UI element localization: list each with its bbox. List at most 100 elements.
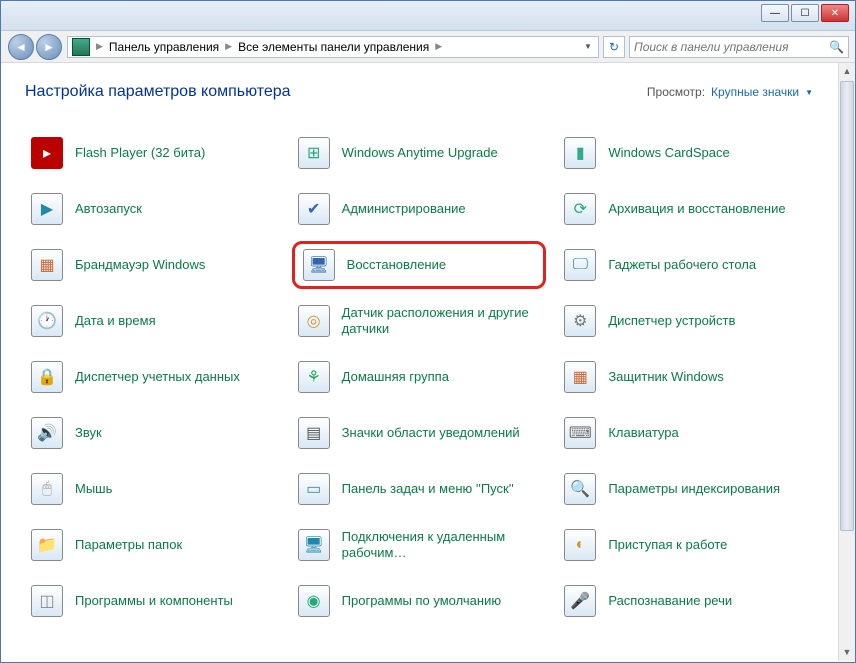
- rdp-icon: 🖥: [296, 527, 332, 563]
- control-panel-item[interactable]: 🖥Восстановление: [292, 241, 547, 289]
- item-label: Панель задач и меню ''Пуск'': [342, 481, 514, 497]
- control-panel-item[interactable]: ⚙Диспетчер устройств: [558, 297, 813, 345]
- item-label: Flash Player (32 бита): [75, 145, 205, 161]
- chevron-right-icon[interactable]: ▶: [431, 41, 446, 52]
- breadcrumb[interactable]: ▶ Панель управления ▶ Все элементы панел…: [67, 36, 599, 58]
- breadcrumb-item[interactable]: Все элементы панели управления: [236, 40, 431, 54]
- item-label: Администрирование: [342, 201, 466, 217]
- item-label: Windows Anytime Upgrade: [342, 145, 498, 161]
- search-icon[interactable]: 🔍: [829, 40, 844, 54]
- flash-icon: ▸: [29, 135, 65, 171]
- control-panel-item[interactable]: 🔒 Диспетчер учетных данных: [25, 353, 280, 401]
- item-label: Звук: [75, 425, 102, 441]
- mouse-icon: 🖱: [29, 471, 65, 507]
- control-panel-item[interactable]: ▦ Защитник Windows: [558, 353, 813, 401]
- chevron-right-icon[interactable]: ▶: [221, 41, 236, 52]
- folders-icon: 📁: [29, 527, 65, 563]
- refresh-button[interactable]: ↻: [603, 36, 625, 58]
- item-label: Автозапуск: [75, 201, 142, 217]
- control-panel-item[interactable]: 🖥 Подключения к удаленным рабочим…: [292, 521, 547, 569]
- devmgr-icon: ⚙: [562, 303, 598, 339]
- item-label: Гаджеты рабочего стола: [608, 257, 756, 273]
- breadcrumb-dropdown-icon[interactable]: ▼: [580, 42, 596, 51]
- page-title: Настройка параметров компьютера: [25, 83, 291, 101]
- control-panel-item[interactable]: ◉ Программы по умолчанию: [292, 577, 547, 625]
- control-panel-item[interactable]: 🎤 Распознавание речи: [558, 577, 813, 625]
- maximize-button[interactable]: ☐: [791, 4, 819, 22]
- items-grid: ▸ Flash Player (32 бита) ⊞ Windows Anytime …: [25, 129, 813, 625]
- item-label: Диспетчер учетных данных: [75, 369, 240, 385]
- vertical-scrollbar[interactable]: ▲ ▼: [838, 63, 855, 661]
- cardspace-icon: ▮: [562, 135, 598, 171]
- upgrade-icon: ⊞: [296, 135, 332, 171]
- control-panel-item[interactable]: ⊞ Windows Anytime Upgrade: [292, 129, 547, 177]
- indexing-icon: 🔍: [562, 471, 598, 507]
- gadgets-icon: 🖵: [562, 247, 598, 283]
- control-panel-item[interactable]: ◫Программы и компоненты: [25, 577, 280, 625]
- breadcrumb-item[interactable]: Панель управления: [107, 40, 221, 54]
- forward-button[interactable]: ►: [36, 34, 62, 60]
- control-panel-item[interactable]: ◎ Датчик расположения и другие датчики: [292, 297, 547, 345]
- control-panel-item[interactable]: ▮ Windows CardSpace: [558, 129, 813, 177]
- taskbar-icon: ▭: [296, 471, 332, 507]
- navigation-bar: ◄ ► ▶ Панель управления ▶ Все элементы п…: [1, 31, 855, 63]
- view-by-label: Просмотр:: [647, 85, 705, 99]
- item-label: Программы по умолчанию: [342, 593, 501, 609]
- tray-icon: ▤: [296, 415, 332, 451]
- control-panel-window: — ☐ ✕ ◄ ► ▶ Панель управления ▶ Все элем…: [0, 0, 856, 663]
- control-panel-item[interactable]: ▦Брандмауэр Windows: [25, 241, 280, 289]
- item-label: Параметры папок: [75, 537, 182, 553]
- control-panel-item[interactable]: ▭ Панель задач и меню ''Пуск'': [292, 465, 547, 513]
- defaults-icon: ◉: [296, 583, 332, 619]
- credentials-icon: 🔒: [29, 359, 65, 395]
- control-panel-item[interactable]: ▶Автозапуск: [25, 185, 280, 233]
- scroll-thumb[interactable]: [840, 81, 854, 531]
- item-label: Мышь: [75, 481, 112, 497]
- item-label: Подключения к удаленным рабочим…: [342, 529, 543, 562]
- control-panel-item[interactable]: ✔ Администрирование: [292, 185, 547, 233]
- datetime-icon: 🕐: [29, 303, 65, 339]
- control-panel-item[interactable]: 🔊 Звук: [25, 409, 280, 457]
- content-area: Настройка параметров компьютера Просмотр…: [1, 63, 855, 661]
- item-label: Распознавание речи: [608, 593, 732, 609]
- control-panel-item[interactable]: 📁 Параметры папок: [25, 521, 280, 569]
- defender-icon: ▦: [562, 359, 598, 395]
- control-panel-item[interactable]: 🖵 Гаджеты рабочего стола: [558, 241, 813, 289]
- control-panel-item[interactable]: 🖱 Мышь: [25, 465, 280, 513]
- firewall-icon: ▦: [29, 247, 65, 283]
- item-label: Параметры индексирования: [608, 481, 780, 497]
- minimize-button[interactable]: —: [761, 4, 789, 22]
- sensor-icon: ◎: [296, 303, 332, 339]
- chevron-down-icon[interactable]: ▼: [805, 88, 813, 97]
- item-label: Приступая к работе: [608, 537, 727, 553]
- control-panel-item[interactable]: 🔍 Параметры индексирования: [558, 465, 813, 513]
- search-box[interactable]: 🔍: [629, 36, 849, 58]
- control-panel-item[interactable]: ▤Значки области уведомлений: [292, 409, 547, 457]
- view-by-value[interactable]: Крупные значки: [711, 85, 799, 99]
- control-panel-item[interactable]: ◐ Приступая к работе: [558, 521, 813, 569]
- speech-icon: 🎤: [562, 583, 598, 619]
- chevron-right-icon[interactable]: ▶: [92, 41, 107, 52]
- scroll-up-icon[interactable]: ▲: [839, 63, 855, 80]
- control-panel-item[interactable]: ⌨Клавиатура: [558, 409, 813, 457]
- item-label: Windows CardSpace: [608, 145, 729, 161]
- control-panel-item[interactable]: ⚘Домашняя группа: [292, 353, 547, 401]
- search-input[interactable]: [634, 40, 829, 54]
- control-panel-item[interactable]: 🕐Дата и время: [25, 297, 280, 345]
- view-by-selector[interactable]: Просмотр: Крупные значки ▼: [647, 85, 813, 99]
- admin-icon: ✔: [296, 191, 332, 227]
- item-label: Домашняя группа: [342, 369, 449, 385]
- scroll-down-icon[interactable]: ▼: [839, 644, 855, 661]
- getstarted-icon: ◐: [562, 527, 598, 563]
- item-label: Защитник Windows: [608, 369, 723, 385]
- backup-icon: ⟳: [562, 191, 598, 227]
- back-button[interactable]: ◄: [8, 34, 34, 60]
- sound-icon: 🔊: [29, 415, 65, 451]
- item-label: Клавиатура: [608, 425, 678, 441]
- control-panel-item[interactable]: ⟳ Архивация и восстановление: [558, 185, 813, 233]
- item-label: Архивация и восстановление: [608, 201, 785, 217]
- control-panel-item[interactable]: ▸ Flash Player (32 бита): [25, 129, 280, 177]
- close-button[interactable]: ✕: [821, 4, 849, 22]
- nav-arrows: ◄ ►: [7, 34, 63, 60]
- item-label: Датчик расположения и другие датчики: [342, 305, 543, 338]
